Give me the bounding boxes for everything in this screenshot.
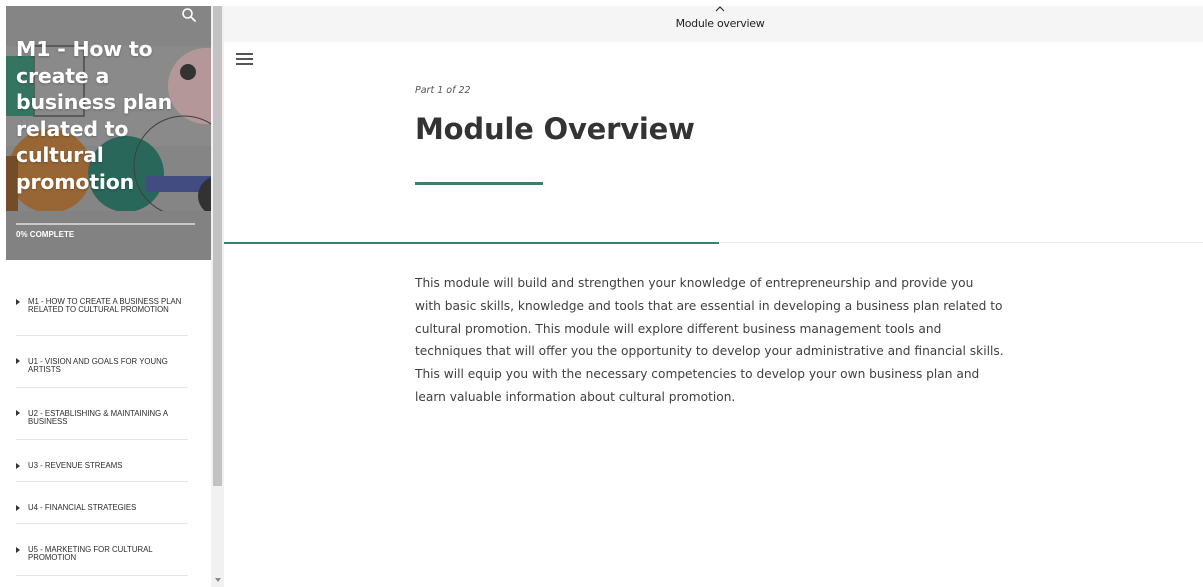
scroll-down-arrow-icon[interactable]: [215, 578, 221, 582]
sidebar: M1 - How to create a business plan relat…: [6, 6, 211, 587]
course-progress-bar: [16, 223, 195, 225]
sidebar-scrollbar-thumb[interactable]: [213, 6, 222, 486]
lesson-body-line: This module will build and strengthen yo…: [415, 276, 974, 290]
toc-item-u3[interactable]: U3 - REVENUE STREAMS: [16, 440, 188, 482]
toc-item-u4[interactable]: U4 - FINANCIAL STRATEGIES: [16, 482, 188, 524]
course-title: M1 - How to create a business plan relat…: [16, 37, 173, 194]
hamburger-menu-icon[interactable]: [236, 53, 253, 66]
toc-item-label: U3 - REVENUE STREAMS: [28, 461, 123, 470]
title-divider: [415, 182, 543, 185]
caret-right-icon: [16, 505, 20, 511]
caret-right-icon: [16, 358, 20, 364]
toc-item-label: U5 - MARKETING FOR CULTURAL PROMOTION: [28, 545, 153, 562]
caret-right-icon: [16, 547, 20, 553]
toc-item-u1[interactable]: U1 - VISION AND GOALS FOR YOUNG ARTISTS: [16, 336, 188, 388]
lesson-body-line: This will equip you with the necessary c…: [415, 367, 980, 382]
toc-item-u5[interactable]: U5 - MARKETING FOR CULTURAL PROMOTION: [16, 524, 188, 576]
lesson-topbar: Module overview: [224, 6, 1203, 42]
caret-right-icon: [16, 463, 20, 469]
part-label: Part 1 of 22: [415, 85, 471, 96]
toc-item-label: M1 - HOW TO CREATE A BUSINESS PLAN RELAT…: [28, 297, 182, 314]
toc-item-label: U1 - VISION AND GOALS FOR YOUNG ARTISTS: [28, 357, 168, 374]
chevron-up-icon[interactable]: [715, 6, 725, 12]
toc-item-u2[interactable]: U2 - ESTABLISHING & MAINTAINING A BUSINE…: [16, 388, 188, 440]
lesson-body-line: with basic skills, knowledge and tools t…: [415, 298, 1003, 313]
lesson-progress-bar: [224, 242, 719, 244]
toc-item-m1[interactable]: M1 - HOW TO CREATE A BUSINESS PLAN RELAT…: [16, 290, 188, 336]
lesson-body-line: learn valuable information about cultura…: [415, 389, 736, 404]
course-progress-text: 0% COMPLETE: [16, 230, 75, 239]
lesson-body-line: techniques that will offer you the oppor…: [415, 344, 1004, 359]
lesson-body: This module will build and strengthen yo…: [415, 272, 1040, 409]
page-title: Module Overview: [415, 112, 695, 146]
lesson-topbar-title: Module overview: [675, 17, 765, 30]
app-root: M1 - How to create a business plan relat…: [0, 0, 1203, 587]
caret-right-icon: [16, 299, 20, 305]
caret-right-icon: [16, 410, 20, 416]
lesson-body-line: cultural promotion. This module will exp…: [415, 321, 942, 336]
search-icon[interactable]: [181, 7, 197, 23]
toc-item-label: U4 - FINANCIAL STRATEGIES: [28, 503, 137, 512]
table-of-contents: M1 - HOW TO CREATE A BUSINESS PLAN RELAT…: [6, 260, 211, 587]
sidebar-hero: M1 - How to create a business plan relat…: [6, 6, 211, 260]
toc-item-label: U2 - ESTABLISHING & MAINTAINING A BUSINE…: [28, 409, 168, 426]
